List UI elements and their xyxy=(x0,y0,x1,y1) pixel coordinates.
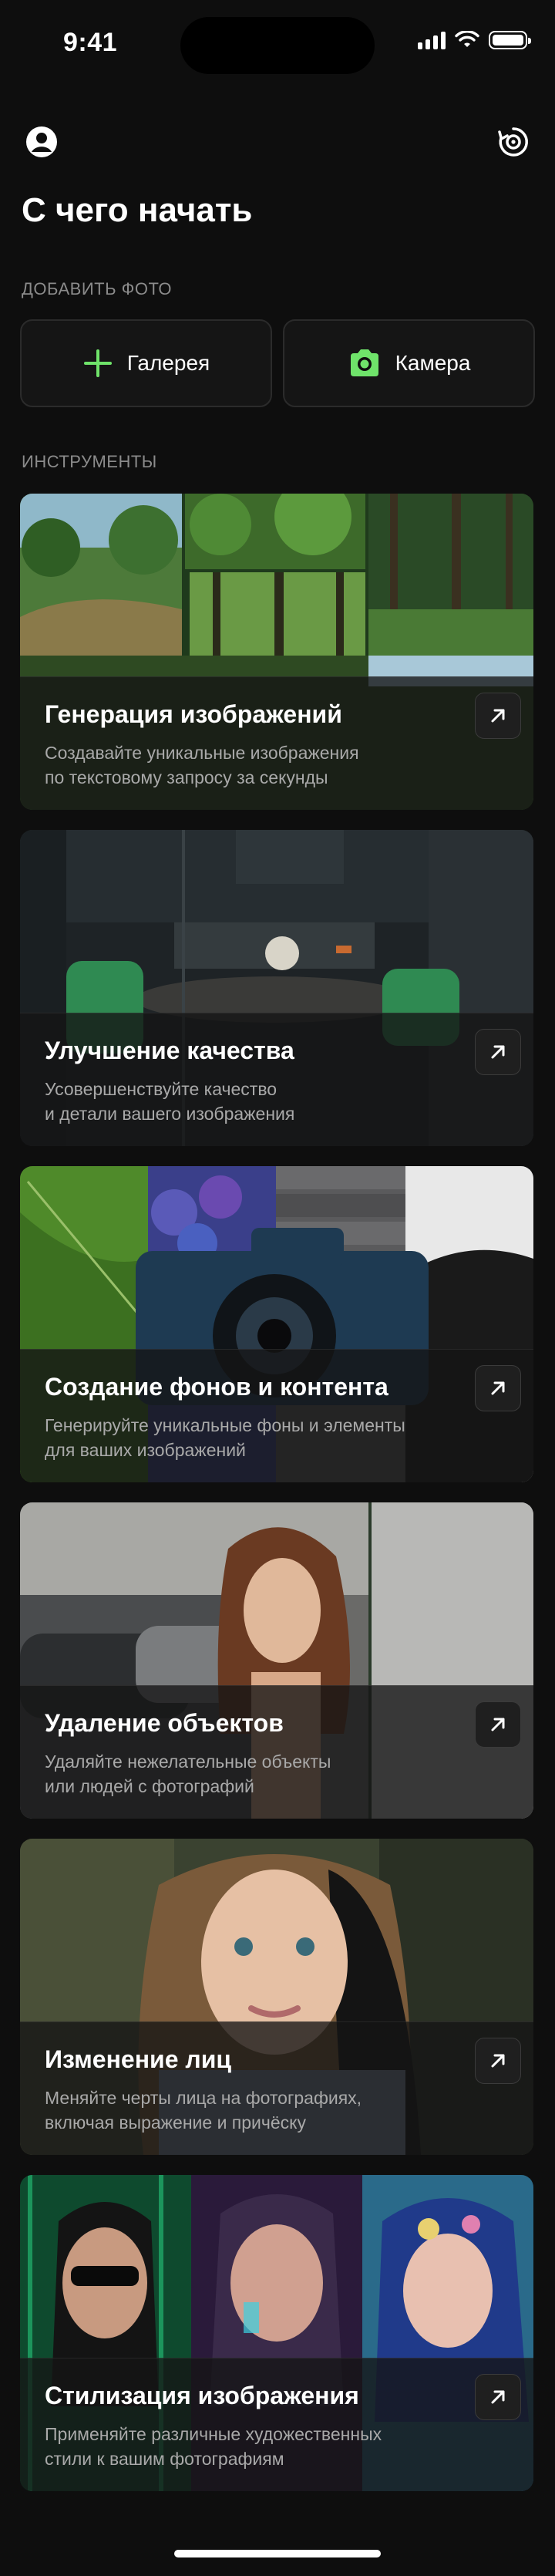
plus-icon xyxy=(82,348,113,379)
tool-card-title: Стилизация изображения xyxy=(45,2382,359,2409)
arrow-up-right-icon xyxy=(491,1718,505,1731)
arrow-up-right-icon xyxy=(491,1381,505,1395)
tool-card-quality-enhancement[interactable]: Улучшение качества Усовершенствуйте каче… xyxy=(20,830,533,1146)
camera-icon xyxy=(350,349,378,376)
tool-card-title: Создание фонов и контента xyxy=(45,1373,388,1401)
battery-icon xyxy=(489,31,531,49)
tool-card-overlay: Изменение лиц Меняйте черты лица на фото… xyxy=(20,2021,533,2155)
tool-card-description: Удаляйте нежелательные объекты или людей… xyxy=(45,1752,331,1796)
tool-card-title: Генерация изображений xyxy=(45,700,342,728)
tool-card-overlay: Создание фонов и контента Генерируйте ун… xyxy=(20,1349,533,1482)
top-bar xyxy=(22,122,533,162)
status-icons xyxy=(418,31,531,49)
tool-card-overlay: Генерация изображений Создавайте уникаль… xyxy=(20,676,533,810)
user-circle-icon xyxy=(26,126,57,157)
arrow-up-right-icon xyxy=(491,1045,505,1059)
status-time: 9:41 xyxy=(63,28,118,57)
add-photo-buttons: Галерея Камера xyxy=(20,319,535,407)
add-photo-section-label: ДОБАВИТЬ ФОТО xyxy=(22,279,173,298)
profile-button[interactable] xyxy=(22,122,62,162)
tool-card-background-creation[interactable]: Создание фонов и контента Генерируйте ун… xyxy=(20,1166,533,1482)
tool-card-description: Усовершенствуйте качество и детали вашег… xyxy=(45,1079,295,1124)
cellular-signal-icon xyxy=(418,31,446,49)
home-indicator[interactable] xyxy=(174,2550,381,2557)
tool-card-title: Удаление объектов xyxy=(45,1709,284,1737)
tool-card-object-removal[interactable]: Удаление объектов Удаляйте нежелательные… xyxy=(20,1502,533,1819)
wifi-icon xyxy=(455,31,479,47)
tool-card-image-stylization[interactable]: Стилизация изображения Применяйте различ… xyxy=(20,2175,533,2491)
open-tool-button[interactable] xyxy=(475,2374,521,2420)
camera-button-label: Камера xyxy=(395,351,471,375)
open-tool-button[interactable] xyxy=(475,1029,521,1075)
gallery-button[interactable]: Галерея xyxy=(20,319,272,407)
open-tool-button[interactable] xyxy=(475,693,521,739)
open-tool-button[interactable] xyxy=(475,1701,521,1748)
tool-card-overlay: Улучшение качества Усовершенствуйте каче… xyxy=(20,1013,533,1146)
history-icon xyxy=(498,127,528,157)
tool-card-image-generation[interactable]: Генерация изображений Создавайте уникаль… xyxy=(20,494,533,810)
camera-button[interactable]: Камера xyxy=(283,319,535,407)
dynamic-island xyxy=(180,17,375,74)
tool-card-description: Создавайте уникальные изображения по тек… xyxy=(45,743,359,787)
tool-card-description: Меняйте черты лица на фотографиях, включ… xyxy=(45,2088,362,2133)
tool-card-description: Генерируйте уникальные фоны и элементы д… xyxy=(45,1415,405,1460)
open-tool-button[interactable] xyxy=(475,2038,521,2084)
page-title: С чего начать xyxy=(22,191,253,229)
history-button[interactable] xyxy=(493,122,533,162)
arrow-up-right-icon xyxy=(491,2054,505,2068)
arrow-up-right-icon xyxy=(491,2390,505,2404)
tool-card-description: Применяйте различные художественных стил… xyxy=(45,2424,382,2469)
status-bar: 9:41 xyxy=(0,0,555,85)
tool-card-face-editing[interactable]: Изменение лиц Меняйте черты лица на фото… xyxy=(20,1839,533,2155)
tool-card-title: Изменение лиц xyxy=(45,2045,232,2073)
arrow-up-right-icon xyxy=(491,709,505,723)
gallery-button-label: Галерея xyxy=(126,351,210,375)
tools-section-label: ИНСТРУМЕНТЫ xyxy=(22,452,157,471)
open-tool-button[interactable] xyxy=(475,1365,521,1411)
tool-card-title: Улучшение качества xyxy=(45,1037,294,1064)
tool-card-overlay: Удаление объектов Удаляйте нежелательные… xyxy=(20,1685,533,1819)
tool-card-overlay: Стилизация изображения Применяйте различ… xyxy=(20,2358,533,2491)
